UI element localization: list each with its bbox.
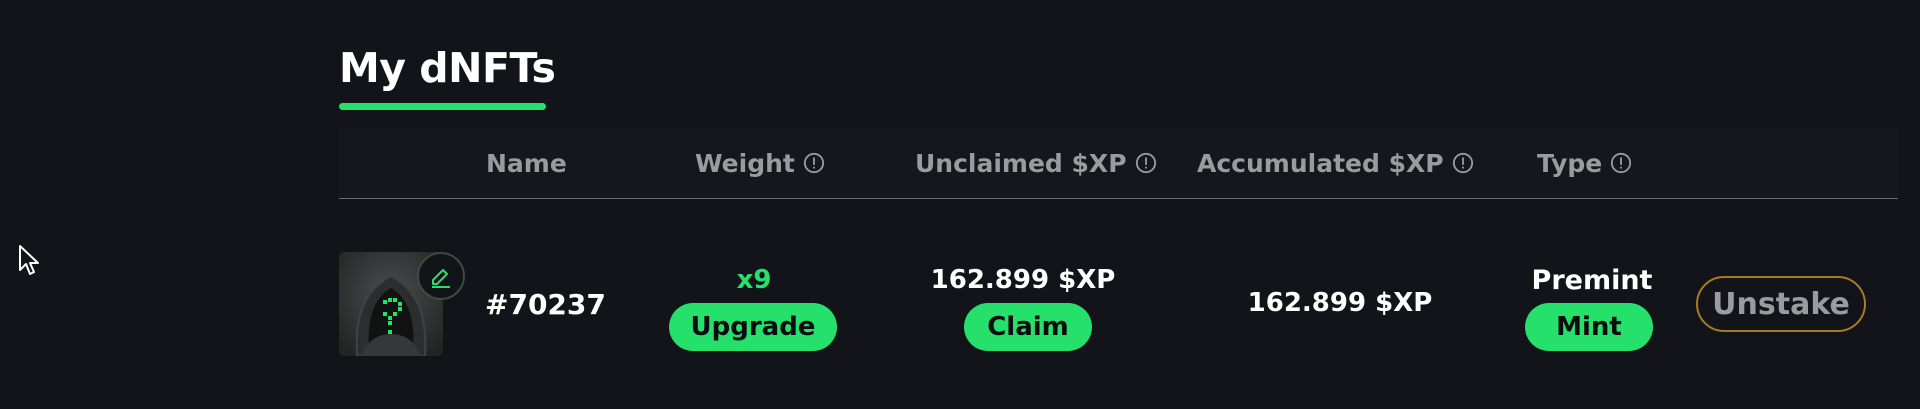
edit-pencil-icon — [432, 269, 450, 288]
info-circle-icon[interactable] — [1452, 152, 1474, 174]
claim-button[interactable]: Claim — [964, 303, 1092, 351]
unstake-button[interactable]: Unstake — [1696, 276, 1866, 332]
weight-value: x9 — [736, 265, 772, 295]
column-header-name-label: Name — [486, 148, 567, 178]
mouse-pointer-icon — [19, 245, 39, 275]
mint-button[interactable]: Mint — [1525, 303, 1653, 351]
tab-active-underline — [339, 103, 546, 110]
column-header-unclaimed: Unclaimed $XP — [915, 128, 1157, 198]
column-header-unclaimed-label: Unclaimed $XP — [915, 148, 1127, 178]
column-header-accumulated-label: Accumulated $XP — [1197, 148, 1444, 178]
accumulated-xp-value: 162.899 $XP — [1247, 288, 1433, 318]
info-circle-icon[interactable] — [1135, 152, 1157, 174]
section-title-tab[interactable]: My dNFTs — [339, 44, 556, 92]
page: My dNFTs Name Weight Unclaimed $XP Accum… — [0, 0, 1920, 409]
column-header-type: Type — [1537, 128, 1632, 198]
table-header: Name Weight Unclaimed $XP Accumulated $X… — [339, 128, 1898, 199]
column-header-weight: Weight — [695, 128, 825, 198]
column-header-accumulated: Accumulated $XP — [1197, 128, 1474, 198]
edit-name-button[interactable] — [417, 252, 465, 300]
type-value: Premint — [1531, 265, 1653, 296]
table-row: #70237 x9 Upgrade 162.899 $XP Claim 162.… — [339, 230, 1898, 380]
info-circle-icon[interactable] — [803, 152, 825, 174]
column-header-type-label: Type — [1537, 148, 1603, 178]
nft-id: #70237 — [485, 288, 606, 321]
upgrade-button[interactable]: Upgrade — [669, 303, 837, 351]
nft-thumbnail-wrap — [339, 252, 465, 356]
info-circle-icon[interactable] — [1610, 152, 1632, 174]
unclaimed-xp-value: 162.899 $XP — [930, 265, 1116, 295]
column-header-name: Name — [486, 128, 567, 198]
column-header-weight-label: Weight — [695, 148, 795, 178]
